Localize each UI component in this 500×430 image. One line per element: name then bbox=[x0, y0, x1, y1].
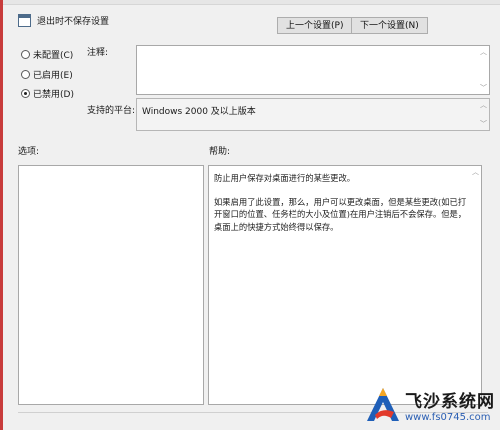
radio-label: 未配置(C) bbox=[33, 51, 74, 61]
policy-header: 退出时不保存设置 bbox=[18, 14, 109, 27]
scroll-down-icon[interactable]: ﹀ bbox=[480, 119, 487, 129]
help-label: 帮助: bbox=[209, 147, 231, 157]
comment-label: 注释: bbox=[87, 48, 109, 58]
radio-circle bbox=[21, 70, 30, 79]
next-setting-button[interactable]: 下一个设置(N) bbox=[351, 17, 428, 34]
radio-not-configured[interactable]: 未配置(C) bbox=[21, 48, 73, 61]
scroll-up-icon[interactable]: ︿ bbox=[472, 167, 479, 177]
comment-field[interactable]: ︿ ﹀ bbox=[136, 45, 490, 95]
scroll-down-icon[interactable]: ﹀ bbox=[480, 83, 487, 93]
watermark-url: www.fs0745.com bbox=[405, 412, 491, 423]
help-paragraph-1: 防止用户保存对桌面进行的某些更改。 bbox=[214, 173, 356, 183]
options-label: 选项: bbox=[18, 147, 40, 157]
help-paragraph-2: 如果启用了此设置，那么，用户可以更改桌面，但是某些更改(如已打开窗口的位置、任务… bbox=[214, 196, 467, 232]
supported-scrollbar[interactable]: ︿ ﹀ bbox=[479, 99, 489, 130]
comment-scrollbar[interactable]: ︿ ﹀ bbox=[479, 46, 489, 94]
radio-circle-selected bbox=[21, 89, 30, 98]
window-left-edge bbox=[0, 0, 3, 430]
help-scrollbar[interactable]: ︿ bbox=[471, 166, 481, 404]
supported-platforms-value: Windows 2000 及以上版本 bbox=[142, 107, 256, 117]
previous-setting-button[interactable]: 上一个设置(P) bbox=[277, 17, 353, 34]
options-pane bbox=[18, 165, 204, 405]
watermark-site-name: 飞沙系统网 bbox=[405, 392, 495, 412]
supported-platforms-field: Windows 2000 及以上版本 ︿ ﹀ bbox=[136, 98, 490, 131]
site-logo-icon bbox=[364, 385, 402, 425]
supported-platforms-label: 支持的平台: bbox=[87, 106, 136, 116]
policy-setting-icon bbox=[18, 14, 31, 27]
scroll-up-icon[interactable]: ︿ bbox=[480, 47, 487, 57]
radio-circle bbox=[21, 50, 30, 59]
radio-disabled[interactable]: 已禁用(D) bbox=[21, 87, 74, 100]
radio-label: 已禁用(D) bbox=[33, 90, 74, 100]
help-pane: 防止用户保存对桌面进行的某些更改。 如果启用了此设置，那么，用户可以更改桌面，但… bbox=[208, 165, 482, 405]
radio-label: 已启用(E) bbox=[33, 71, 73, 81]
radio-enabled[interactable]: 已启用(E) bbox=[21, 68, 73, 81]
site-watermark: 飞沙系统网 www.fs0745.com bbox=[364, 380, 500, 430]
policy-title: 退出时不保存设置 bbox=[37, 17, 110, 27]
scroll-up-icon[interactable]: ︿ bbox=[480, 100, 487, 110]
window-top-strip bbox=[3, 0, 500, 5]
